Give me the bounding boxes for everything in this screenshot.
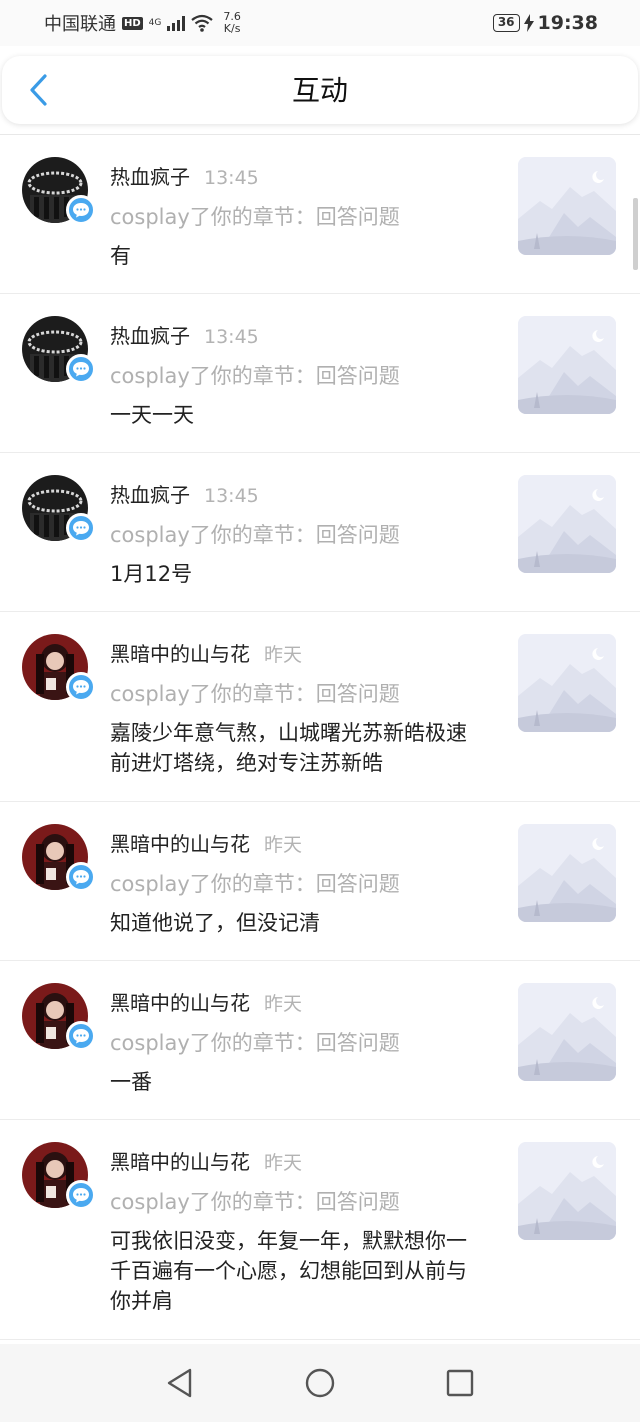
username[interactable]: 黑暗中的山与花 (110, 991, 250, 1015)
comment-text: 知道他说了，但没记清 (110, 911, 320, 935)
username[interactable]: 热血疯子 (110, 324, 190, 348)
username[interactable]: 黑暗中的山与花 (110, 642, 250, 666)
network-speed: 7.6 K/s (223, 11, 241, 35)
timestamp: 13:45 (204, 326, 259, 348)
timestamp: 昨天 (264, 1152, 303, 1174)
action-text: cosplay了你的章节：回答问题 (110, 682, 400, 706)
carrier-label: 中国联通 (44, 14, 116, 35)
notification-header: 黑暗中的山与花 昨天 (110, 1146, 470, 1174)
action-text: cosplay了你的章节：回答问题 (110, 205, 400, 229)
network-type-icon: 4G (148, 17, 162, 28)
action-text: cosplay了你的章节：回答问题 (110, 364, 400, 388)
charging-icon (523, 14, 534, 32)
wifi-icon (191, 14, 214, 32)
notification-item[interactable]: 热血疯子 13:45 cosplay了你的章节：回答问题 一天一天 (0, 294, 640, 453)
nav-home-button[interactable] (300, 1363, 340, 1403)
comment-text: 一天一天 (110, 403, 194, 427)
comment-badge-icon (66, 672, 96, 702)
notification-content: 黑暗中的山与花 昨天 cosplay了你的章节：回答问题 知道他说了，但没记清 (110, 828, 470, 938)
comment-text: 嘉陵少年意气熬，山城曙光苏新皓极速前进灯塔绕，绝对专注苏新皓 (110, 721, 467, 775)
status-left: 中国联通 HD 4G 7.6 K/s (44, 10, 241, 36)
battery-level: 36 (497, 15, 515, 29)
comment-badge-icon (66, 862, 96, 892)
page-title: 互动 (291, 74, 348, 107)
comment-text: 一番 (110, 1070, 152, 1094)
notification-item[interactable]: 黑暗中的山与花 昨天 cosplay了你的章节：回答问题 知道他说了，但没记清 (0, 802, 640, 961)
notification-content: 热血疯子 13:45 cosplay了你的章节：回答问题有 (110, 161, 470, 271)
battery-icon: 36 (492, 14, 520, 32)
action-text: cosplay了你的章节：回答问题 (110, 1190, 400, 1214)
clock: 19:38 (537, 12, 598, 34)
status-right: 36 19:38 (492, 12, 598, 34)
notification-header: 黑暗中的山与花 昨天 (110, 828, 470, 856)
chapter-thumbnail[interactable] (518, 1142, 616, 1240)
notification-content: 黑暗中的山与花 昨天 cosplay了你的章节：回答问题嘉陵少年意气熬，山城曙光苏新… (110, 638, 470, 778)
timestamp: 昨天 (264, 644, 303, 666)
timestamp: 13:45 (204, 485, 259, 507)
notification-item[interactable]: 热血疯子 13:45 cosplay了你的章节：回答问题 1月12号 (0, 453, 640, 612)
username[interactable]: 黑暗中的山与花 (110, 832, 250, 856)
comment-badge-icon (66, 1180, 96, 1210)
timestamp: 13:45 (204, 167, 259, 189)
action-text: cosplay了你的章节：回答问题 (110, 1031, 400, 1055)
comment-badge-icon (66, 195, 96, 225)
comment-text: 1月12号 (110, 562, 193, 586)
chapter-thumbnail[interactable] (518, 157, 616, 255)
nav-back-button[interactable] (160, 1363, 200, 1403)
header-bar: 互动 (2, 56, 638, 124)
comment-badge-icon (66, 354, 96, 384)
hd-badge: HD (122, 16, 143, 30)
notification-item[interactable]: 黑暗中的山与花 昨天 cosplay了你的章节：回答问题可我依旧没变，年复一年，默默… (0, 1120, 640, 1340)
triangle-back-icon (167, 1368, 192, 1398)
notification-item[interactable]: 黑暗中的山与花 昨天 cosplay了你的章节：回答问题嘉陵少年意气熬，山城曙光苏新… (0, 612, 640, 802)
circle-home-icon (305, 1368, 335, 1398)
comment-badge-icon (66, 1021, 96, 1051)
navigation-bar (0, 1344, 640, 1422)
notification-header: 热血疯子 13:45 (110, 479, 470, 507)
chapter-thumbnail[interactable] (518, 634, 616, 732)
speed-unit: K/s (223, 22, 241, 35)
chapter-thumbnail[interactable] (518, 983, 616, 1081)
notification-content: 热血疯子 13:45 cosplay了你的章节：回答问题 1月12号 (110, 479, 470, 589)
action-text: cosplay了你的章节：回答问题 (110, 872, 400, 896)
scrollbar[interactable] (633, 198, 638, 270)
notification-header: 热血疯子 13:45 (110, 320, 470, 348)
chapter-thumbnail[interactable] (518, 475, 616, 573)
notification-header: 黑暗中的山与花 昨天 (110, 987, 470, 1015)
status-bar: 中国联通 HD 4G 7.6 K/s 36 19:38 (0, 0, 640, 46)
square-recents-icon (446, 1369, 474, 1397)
notification-list: 热血疯子 13:45 cosplay了你的章节：回答问题有热血疯子 13:45 cosp… (0, 135, 640, 1340)
notification-header: 黑暗中的山与花 昨天 (110, 638, 470, 666)
timestamp: 昨天 (264, 834, 303, 856)
notification-header: 热血疯子 13:45 (110, 161, 470, 189)
comment-text: 有 (110, 244, 131, 268)
signal-icon (167, 15, 186, 31)
comment-text: 可我依旧没变，年复一年，默默想你一千百遍有一个心愿，幻想能回到从前与你并肩 (110, 1229, 467, 1313)
notification-content: 热血疯子 13:45 cosplay了你的章节：回答问题 一天一天 (110, 320, 470, 430)
nav-recents-button[interactable] (440, 1363, 480, 1403)
network-type-label: 4G (148, 17, 162, 28)
notification-content: 黑暗中的山与花 昨天 cosplay了你的章节：回答问题 一番 (110, 987, 470, 1097)
username[interactable]: 热血疯子 (110, 483, 190, 507)
chapter-thumbnail[interactable] (518, 316, 616, 414)
username[interactable]: 黑暗中的山与花 (110, 1150, 250, 1174)
notification-content: 黑暗中的山与花 昨天 cosplay了你的章节：回答问题可我依旧没变，年复一年，默默… (110, 1146, 470, 1316)
notification-item[interactable]: 热血疯子 13:45 cosplay了你的章节：回答问题有 (0, 135, 640, 294)
action-text: cosplay了你的章节：回答问题 (110, 523, 400, 547)
chapter-thumbnail[interactable] (518, 824, 616, 922)
notification-item[interactable]: 黑暗中的山与花 昨天 cosplay了你的章节：回答问题 一番 (0, 961, 640, 1120)
comment-badge-icon (66, 513, 96, 543)
timestamp: 昨天 (264, 993, 303, 1015)
username[interactable]: 热血疯子 (110, 165, 190, 189)
